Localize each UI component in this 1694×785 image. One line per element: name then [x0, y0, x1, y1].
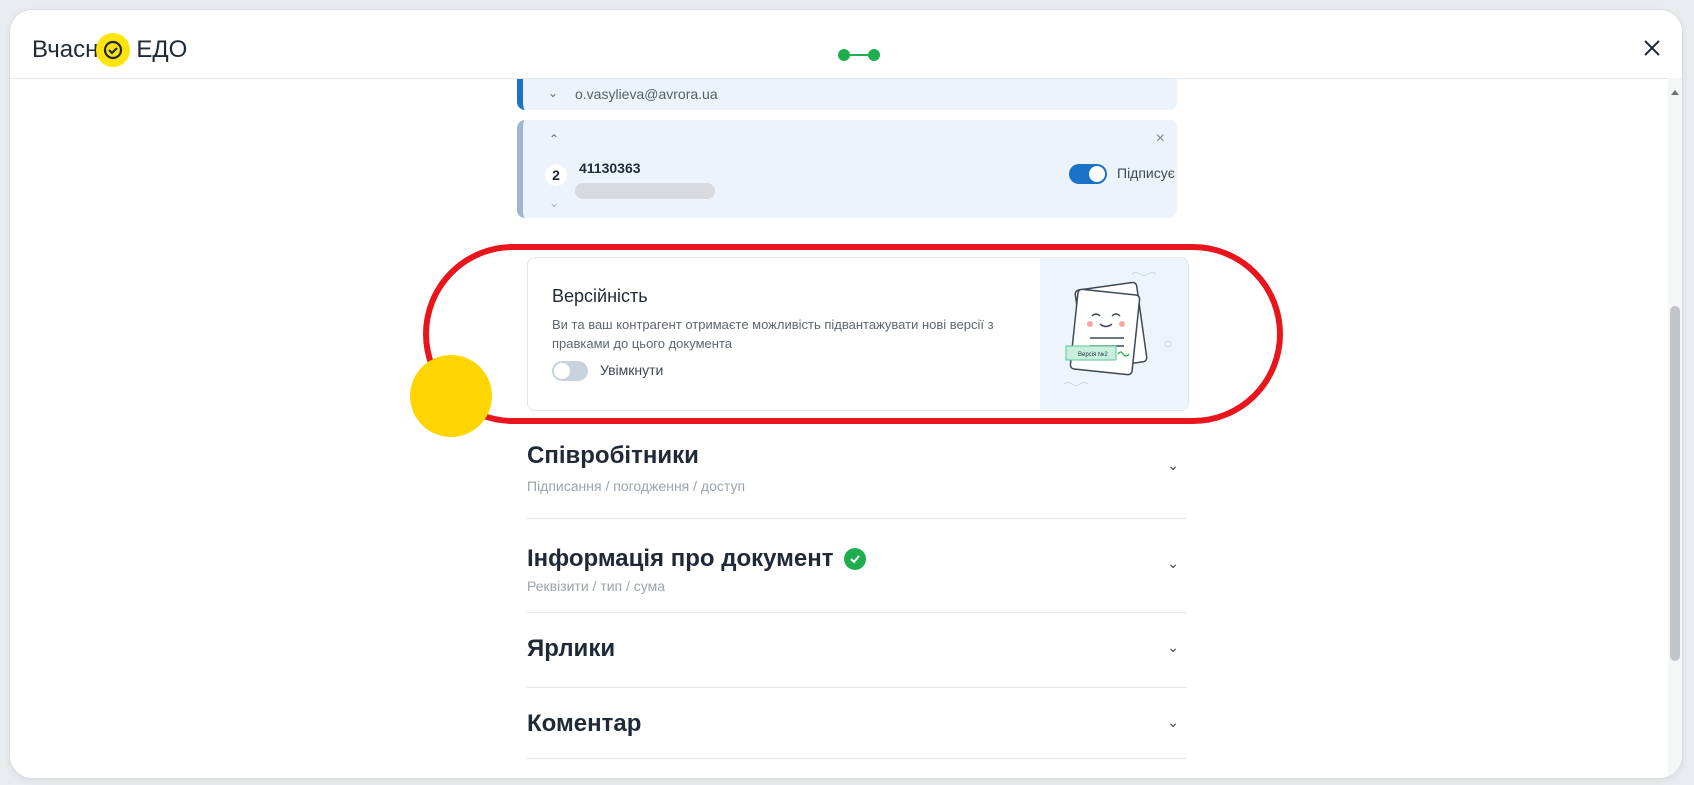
section-title-row: Інформація про документ — [527, 545, 866, 573]
highlight-annotation — [423, 244, 1283, 424]
section-employees[interactable]: Співробітники Підписання / погодження / … — [527, 425, 1187, 519]
section-document-info[interactable]: Інформація про документ Реквізити / тип … — [527, 519, 1187, 613]
step-dot — [838, 49, 850, 61]
main-content: ⌄ o.vasylieva@avrora.ua ⌃ 2 ⌄ 41130363 ×… — [10, 10, 1682, 778]
signer-code: 41130363 — [579, 160, 641, 176]
signer-email: o.vasylieva@avrora.ua — [575, 86, 718, 102]
top-bar: Вчасн ЕДО — [10, 10, 1682, 79]
logo-text-right: ЕДО — [136, 36, 188, 63]
move-down-icon[interactable]: ⌄ — [549, 196, 559, 210]
chevron-down-icon[interactable]: ⌄ — [1167, 714, 1179, 731]
step-dot — [868, 49, 880, 61]
vertical-scrollbar[interactable] — [1668, 78, 1682, 778]
progress-steps — [838, 49, 880, 61]
section-title: Інформація про документ — [527, 545, 834, 572]
section-comment[interactable]: Коментар ⌄ — [527, 688, 1187, 759]
check-circle-icon — [843, 548, 866, 570]
step-connector — [850, 54, 868, 56]
close-button[interactable] — [1640, 36, 1664, 60]
signs-toggle[interactable] — [1069, 164, 1107, 184]
logo-text-left: Вчасн — [32, 36, 99, 63]
section-subtitle: Підписання / погодження / доступ — [527, 478, 746, 494]
section-title: Коментар — [527, 710, 642, 737]
logo-check-icon — [96, 33, 131, 67]
scroll-up-arrow[interactable] — [1671, 90, 1679, 95]
app-window: ⌄ o.vasylieva@avrora.ua ⌃ 2 ⌄ 41130363 ×… — [10, 10, 1682, 778]
section-labels[interactable]: Ярлики ⌄ — [527, 613, 1187, 688]
cursor-indicator — [410, 355, 492, 437]
chevron-down-icon[interactable]: ⌄ — [1167, 639, 1179, 656]
section-subtitle: Реквізити / тип / сума — [527, 578, 666, 594]
logo: Вчасн ЕДО — [32, 33, 187, 67]
section-title: Співробітники — [527, 442, 699, 469]
blurred-company-name — [575, 183, 715, 199]
scroll-thumb[interactable] — [1670, 306, 1680, 661]
move-up-icon[interactable]: ⌃ — [549, 132, 559, 146]
chevron-down-icon[interactable]: ⌄ — [1167, 555, 1179, 572]
signer-order: 2 — [545, 164, 567, 186]
section-title: Ярлики — [527, 635, 616, 662]
remove-signer-button[interactable]: × — [1156, 130, 1165, 148]
chevron-down-icon[interactable]: ⌄ — [548, 86, 558, 100]
chevron-down-icon[interactable]: ⌄ — [1167, 457, 1179, 474]
signs-label: Підписує — [1117, 165, 1175, 181]
signer-card: ⌃ 2 ⌄ 41130363 × Підписує — [517, 120, 1177, 218]
close-icon — [1644, 40, 1660, 56]
